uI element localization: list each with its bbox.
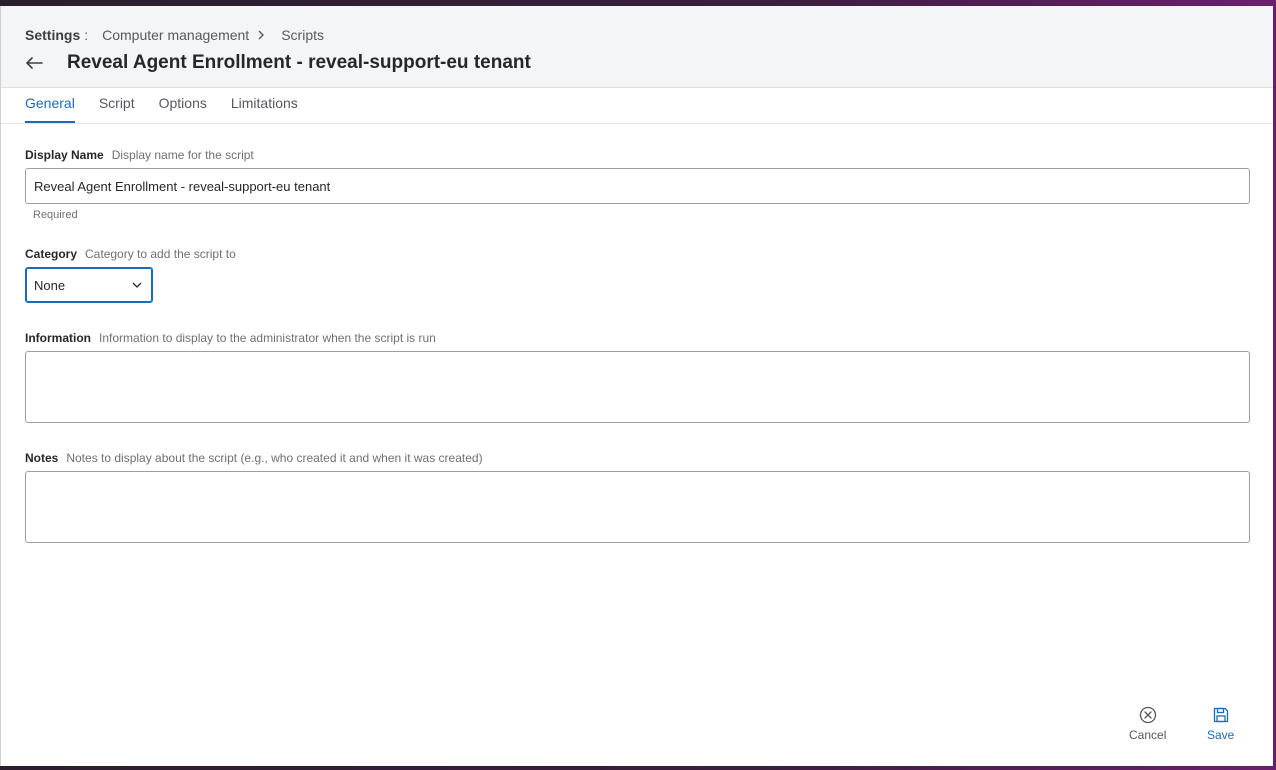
back-button[interactable]: [25, 52, 59, 74]
breadcrumb-root: Settings: [25, 27, 81, 43]
tab-bar: General Script Options Limitations: [1, 88, 1273, 124]
breadcrumb-computer-management[interactable]: Computer management: [102, 27, 249, 43]
display-name-label: Display Name: [25, 148, 104, 162]
tab-general[interactable]: General: [25, 95, 75, 123]
information-textarea[interactable]: [25, 351, 1250, 423]
settings-window: Settings : Computer management Scripts R…: [0, 6, 1273, 766]
display-name-group: Display Name Display name for the script…: [25, 148, 1250, 221]
information-hint: Information to display to the administra…: [99, 331, 436, 345]
notes-group: Notes Notes to display about the script …: [25, 451, 1250, 543]
save-label: Save: [1207, 728, 1235, 742]
breadcrumb-separator: :: [84, 27, 89, 43]
notes-textarea[interactable]: [25, 471, 1250, 543]
page-title: Reveal Agent Enrollment - reveal-support…: [67, 52, 531, 73]
floppy-disk-icon: [1213, 707, 1228, 723]
chevron-right-icon: [257, 28, 265, 43]
display-name-label-row: Display Name Display name for the script: [25, 148, 1249, 162]
required-helper: Required: [33, 209, 78, 221]
notes-label: Notes: [25, 451, 59, 465]
category-selected-value: None: [34, 277, 66, 293]
breadcrumb: Settings : Computer management Scripts: [25, 27, 324, 43]
category-label-row: Category Category to add the script to: [25, 247, 1249, 261]
cancel-button[interactable]: Cancel: [1129, 706, 1166, 742]
information-label: Information: [25, 331, 91, 345]
page-header: Settings : Computer management Scripts R…: [1, 6, 1273, 88]
notes-label-row: Notes Notes to display about the script …: [25, 451, 1249, 465]
tab-limitations[interactable]: Limitations: [231, 95, 298, 123]
save-button[interactable]: Save: [1207, 706, 1234, 742]
cancel-label: Cancel: [1129, 728, 1167, 742]
close-circle-icon: [1139, 706, 1156, 724]
tab-options[interactable]: Options: [159, 95, 207, 123]
arrow-left-icon: [26, 57, 43, 69]
information-group: Information Information to display to th…: [25, 331, 1250, 423]
display-name-field[interactable]: Reveal Agent Enrollment - reveal-support…: [25, 168, 1250, 204]
tab-script[interactable]: Script: [99, 95, 135, 123]
breadcrumb-scripts[interactable]: Scripts: [281, 27, 324, 43]
information-label-row: Information Information to display to th…: [25, 331, 1249, 345]
category-select[interactable]: None: [25, 267, 153, 303]
notes-hint: Notes to display about the script (e.g.,…: [66, 451, 483, 465]
general-form: Display Name Display name for the script…: [1, 124, 1273, 543]
category-hint: Category to add the script to: [85, 247, 236, 261]
category-label: Category: [25, 247, 78, 261]
display-name-hint: Display name for the script: [111, 148, 254, 162]
chevron-down-icon: [132, 282, 142, 288]
category-group: Category Category to add the script to N…: [25, 247, 1249, 303]
title-row: Reveal Agent Enrollment - reveal-support…: [25, 52, 531, 74]
